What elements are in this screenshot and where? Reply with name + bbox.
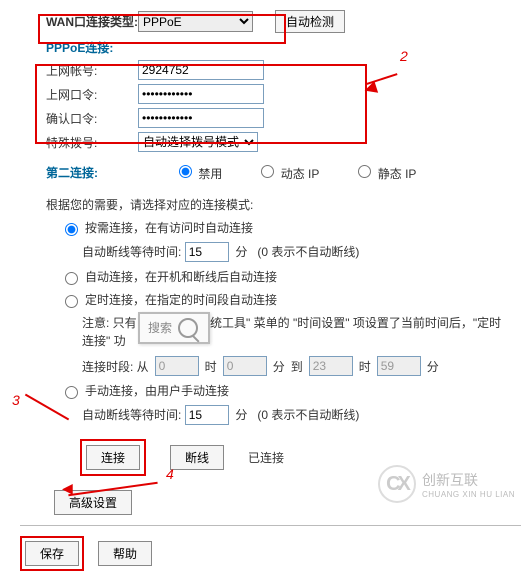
mode-description: 根据您的需要，请选择对应的连接模式: [10,196,521,213]
wan-type-select[interactable]: PPPoE [138,11,253,32]
password-label: 上网口令: [10,86,138,103]
wait-time-input-2[interactable] [185,405,229,425]
to-min-input [377,356,421,376]
timed-notice: 注意: 只有 统工具" 菜单的 "时间设置" 项设置了当前时间后，"定时连接" … [10,314,512,350]
search-placeholder: 搜索 [148,319,172,337]
confirm-label: 确认口令: [10,110,138,127]
special-dial-label: 特殊拨号: [10,134,138,151]
disconnect-button[interactable]: 断线 [170,445,224,470]
password-input[interactable] [138,84,264,104]
save-button[interactable]: 保存 [25,541,79,566]
second-conn-disable[interactable]: 禁用 [174,162,222,182]
auto-detect-button[interactable]: 自动检测 [275,10,345,33]
pppoe-header: PPPoE连接: [10,39,521,56]
search-popup[interactable]: 搜索 [138,312,210,344]
watermark-logo-icon: CX [378,465,416,503]
time-period-row: 连接时段: 从 时 分到 时 分 [10,356,521,376]
mode-auto[interactable]: 自动连接，在开机和断线后自动连接 [10,268,521,285]
connect-button[interactable]: 连接 [86,445,140,470]
help-button[interactable]: 帮助 [98,541,152,566]
confirm-input[interactable] [138,108,264,128]
divider [20,525,521,526]
wait-time-row-1: 自动断线等待时间: 分 (0 表示不自动断线) [10,242,521,262]
special-dial-select[interactable]: 自动选择拨号模式 [138,132,258,152]
advanced-settings-button[interactable]: 高级设置 [54,490,132,515]
wait-time-row-2: 自动断线等待时间: 分 (0 表示不自动断线) [10,405,521,425]
mode-manual[interactable]: 手动连接，由用户手动连接 [10,382,521,399]
mode-on-demand[interactable]: 按需连接，在有访问时自动连接 [10,219,521,236]
second-conn-dynamic[interactable]: 动态 IP [256,162,319,182]
from-min-input [223,356,267,376]
wan-type-label: WAN口连接类型: [10,13,138,30]
to-hour-input [309,356,353,376]
mode-timed[interactable]: 定时连接，在指定的时间段自动连接 [10,291,521,308]
second-conn-static[interactable]: 静态 IP [353,162,416,182]
from-hour-input [155,356,199,376]
watermark: CX 创新互联 CHUANG XIN HU LIAN [378,465,515,503]
annotation-box-4: 保存 [20,536,84,571]
connection-status: 已连接 [248,449,284,466]
second-conn-label: 第二连接: [46,164,174,181]
wait-time-input-1[interactable] [185,242,229,262]
account-input[interactable] [138,60,264,80]
search-icon [178,318,198,338]
account-label: 上网帐号: [10,62,138,79]
annotation-box-3: 连接 [80,439,146,476]
